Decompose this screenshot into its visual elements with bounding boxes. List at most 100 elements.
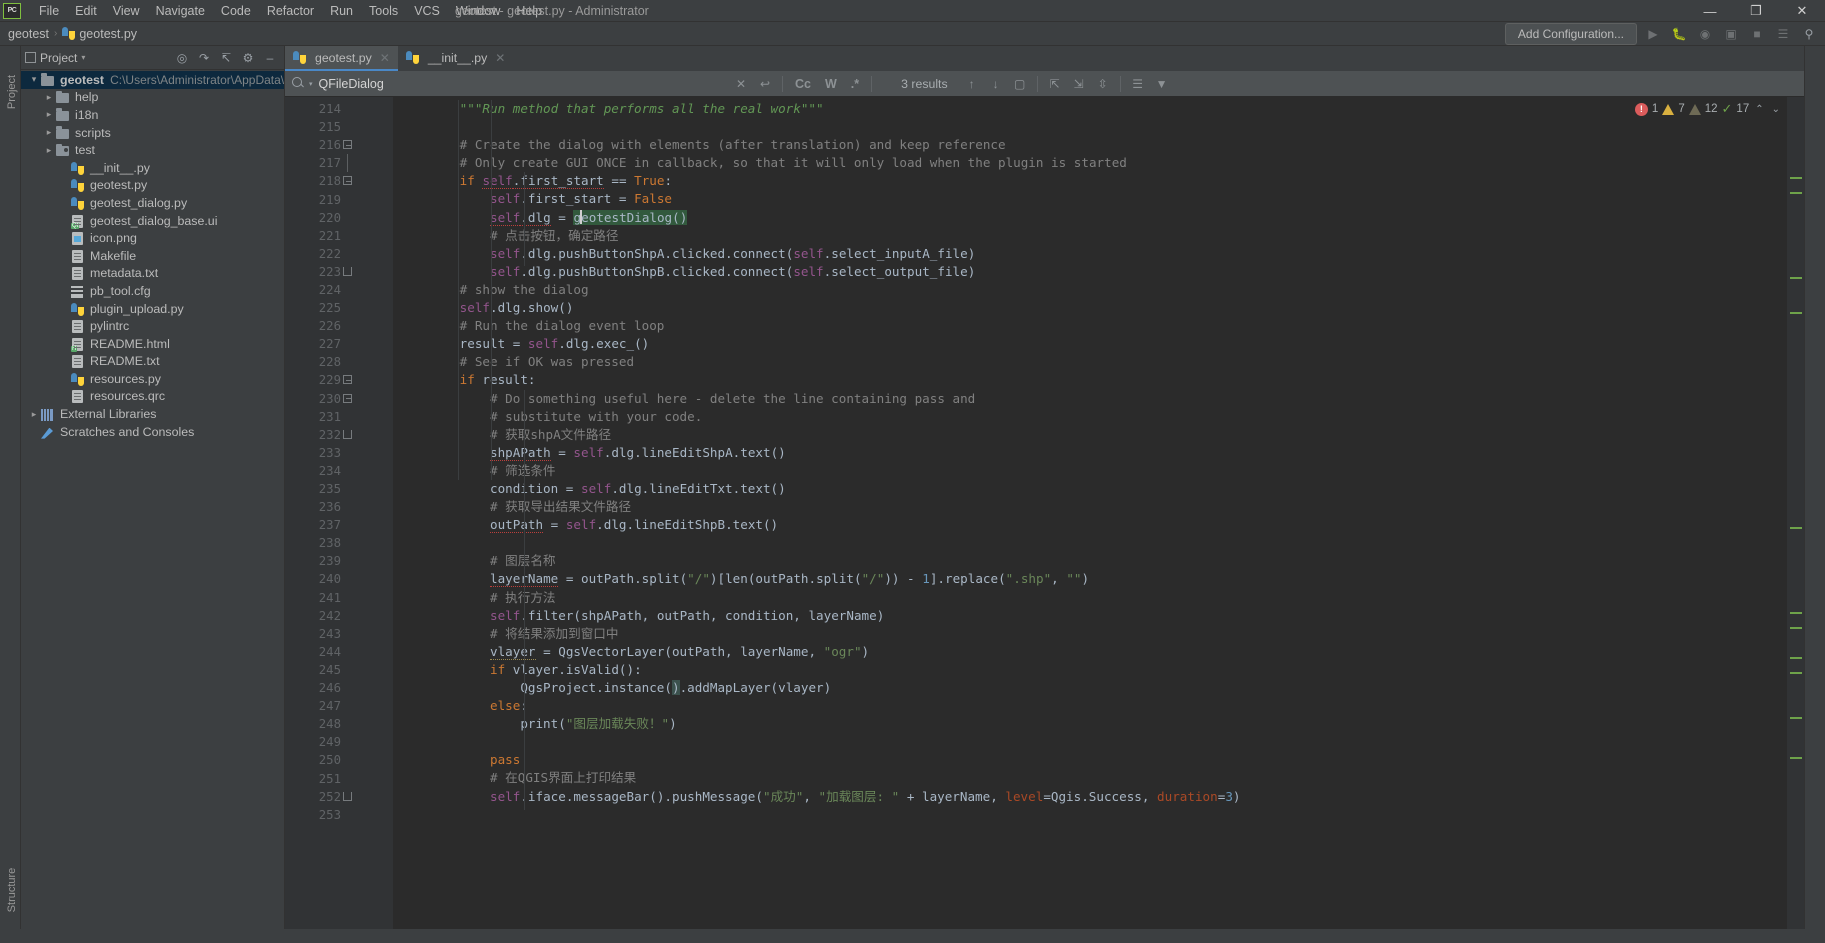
gutter-row[interactable]: 238: [285, 534, 393, 552]
gutter-row[interactable]: 244: [285, 643, 393, 661]
tree-item[interactable]: geotest.py: [21, 177, 284, 195]
inspection-marker[interactable]: [1790, 612, 1802, 614]
tree-item[interactable]: geotest_dialog_base.ui: [21, 212, 284, 230]
gutter-row[interactable]: 219: [285, 190, 393, 208]
chevron-down-icon[interactable]: ▾: [309, 80, 313, 88]
inspection-summary[interactable]: ! 1 7 12 ✓ 17 ⌃ ⌄: [1635, 101, 1782, 117]
maximize-button[interactable]: ❐: [1733, 0, 1779, 22]
gutter-row[interactable]: 241: [285, 589, 393, 607]
search-history-icon[interactable]: ↩: [755, 74, 775, 94]
hide-panel-icon[interactable]: –: [260, 48, 280, 68]
find-previous-icon[interactable]: ↑: [962, 74, 982, 94]
menu-vcs[interactable]: VCS: [406, 1, 448, 21]
gutter-row[interactable]: 227: [285, 335, 393, 353]
gutter-row[interactable]: 239: [285, 552, 393, 570]
layout-icon[interactable]: ☰: [1773, 24, 1793, 44]
tree-item[interactable]: Makefile: [21, 247, 284, 265]
gutter-row[interactable]: 223: [285, 263, 393, 281]
gutter-row[interactable]: 235: [285, 480, 393, 498]
fold-end-icon[interactable]: [342, 266, 353, 277]
code-content[interactable]: """Run method that performs all the real…: [393, 97, 1804, 929]
fold-collapse-icon[interactable]: [342, 139, 353, 150]
inspection-marker[interactable]: [1790, 177, 1802, 179]
sort-results-icon[interactable]: ☰: [1128, 74, 1148, 94]
chevron-down-icon[interactable]: ⌄: [1770, 104, 1782, 115]
filter-lines-icon[interactable]: ⇳: [1093, 74, 1113, 94]
tree-item[interactable]: test: [21, 141, 284, 159]
inspection-marker[interactable]: [1790, 527, 1802, 529]
gutter-row[interactable]: 214: [285, 100, 393, 118]
tab-geotest-py[interactable]: geotest.py ✕: [285, 46, 398, 71]
tree-item[interactable]: pb_tool.cfg: [21, 282, 284, 300]
gutter-row[interactable]: 229: [285, 371, 393, 389]
menu-file[interactable]: File: [31, 1, 67, 21]
gutter-row[interactable]: 250: [285, 751, 393, 769]
gutter-row[interactable]: 253: [285, 806, 393, 824]
gutter-row[interactable]: 237: [285, 516, 393, 534]
gutter-row[interactable]: 234: [285, 462, 393, 480]
gutter-row[interactable]: 247: [285, 697, 393, 715]
gutter-row[interactable]: 233: [285, 444, 393, 462]
inspection-marker[interactable]: [1790, 277, 1802, 279]
settings-gear-icon[interactable]: ⚙: [238, 48, 258, 68]
gutter-row[interactable]: 225: [285, 299, 393, 317]
line-number-gutter[interactable]: 2142152162172182192202212222232242252262…: [285, 97, 393, 929]
fold-end-icon[interactable]: [342, 791, 353, 802]
expand-all-icon[interactable]: ↸: [216, 48, 236, 68]
breadcrumb-project[interactable]: geotest: [8, 27, 49, 41]
menu-run[interactable]: Run: [322, 1, 361, 21]
gutter-row[interactable]: 228: [285, 353, 393, 371]
gutter-row[interactable]: 246: [285, 679, 393, 697]
gutter-row[interactable]: 221: [285, 227, 393, 245]
exclude-line-icon[interactable]: ⇲: [1069, 74, 1089, 94]
menu-refactor[interactable]: Refactor: [259, 1, 322, 21]
menu-tools[interactable]: Tools: [361, 1, 406, 21]
tree-item[interactable]: resources.py: [21, 370, 284, 388]
chevron-down-icon[interactable]: ▾: [81, 53, 85, 62]
tree-item[interactable]: scripts: [21, 124, 284, 142]
tab-init-py[interactable]: __init__.py ✕: [398, 46, 514, 71]
inspection-marker[interactable]: [1790, 627, 1802, 629]
find-input[interactable]: QFileDialog: [319, 77, 384, 91]
tree-item[interactable]: plugin_upload.py: [21, 300, 284, 318]
gutter-row[interactable]: 249: [285, 733, 393, 751]
tree-item[interactable]: geotest_dialog.py: [21, 194, 284, 212]
minimize-button[interactable]: —: [1687, 0, 1733, 22]
tree-item[interactable]: README.html: [21, 335, 284, 353]
gutter-row[interactable]: 248: [285, 715, 393, 733]
filter-icon[interactable]: ▼: [1152, 74, 1172, 94]
select-all-occurrences-icon[interactable]: ▢: [1010, 74, 1030, 94]
chevron-right-icon[interactable]: [42, 145, 56, 156]
inspection-marker-bar[interactable]: [1786, 97, 1804, 929]
chevron-down-icon[interactable]: [27, 74, 41, 85]
tool-window-project[interactable]: Project: [6, 62, 18, 122]
project-tree[interactable]: geotestC:\Users\Administrator\AppData\Ro…: [21, 70, 284, 929]
tree-item[interactable]: resources.qrc: [21, 388, 284, 406]
chevron-right-icon[interactable]: [42, 109, 56, 120]
regex-toggle[interactable]: .*: [846, 77, 864, 91]
add-line-icon[interactable]: ⇱: [1045, 74, 1065, 94]
add-configuration-button[interactable]: Add Configuration...: [1505, 23, 1637, 45]
gutter-row[interactable]: 230: [285, 390, 393, 408]
tree-item[interactable]: Scratches and Consoles: [21, 423, 284, 441]
code-view[interactable]: 2142152162172182192202212222232242252262…: [285, 97, 1804, 929]
gutter-row[interactable]: 242: [285, 607, 393, 625]
tab-close-icon[interactable]: ✕: [495, 51, 505, 65]
find-next-icon[interactable]: ↓: [986, 74, 1006, 94]
project-panel-title-group[interactable]: Project ▾: [25, 51, 85, 65]
tree-item[interactable]: External Libraries: [21, 405, 284, 423]
gutter-row[interactable]: 216: [285, 136, 393, 154]
fold-collapse-icon[interactable]: [342, 175, 353, 186]
stop-icon[interactable]: ■: [1747, 24, 1767, 44]
tree-item[interactable]: metadata.txt: [21, 265, 284, 283]
inspection-marker[interactable]: [1790, 717, 1802, 719]
tree-item[interactable]: help: [21, 89, 284, 107]
chevron-right-icon[interactable]: [27, 409, 41, 420]
fold-collapse-icon[interactable]: [342, 393, 353, 404]
gutter-row[interactable]: 240: [285, 570, 393, 588]
tree-item[interactable]: i18n: [21, 106, 284, 124]
menu-view[interactable]: View: [105, 1, 148, 21]
gutter-row[interactable]: 224: [285, 281, 393, 299]
coverage-icon[interactable]: ◉: [1695, 24, 1715, 44]
tree-item[interactable]: geotestC:\Users\Administrator\AppData\Ro…: [21, 71, 284, 89]
